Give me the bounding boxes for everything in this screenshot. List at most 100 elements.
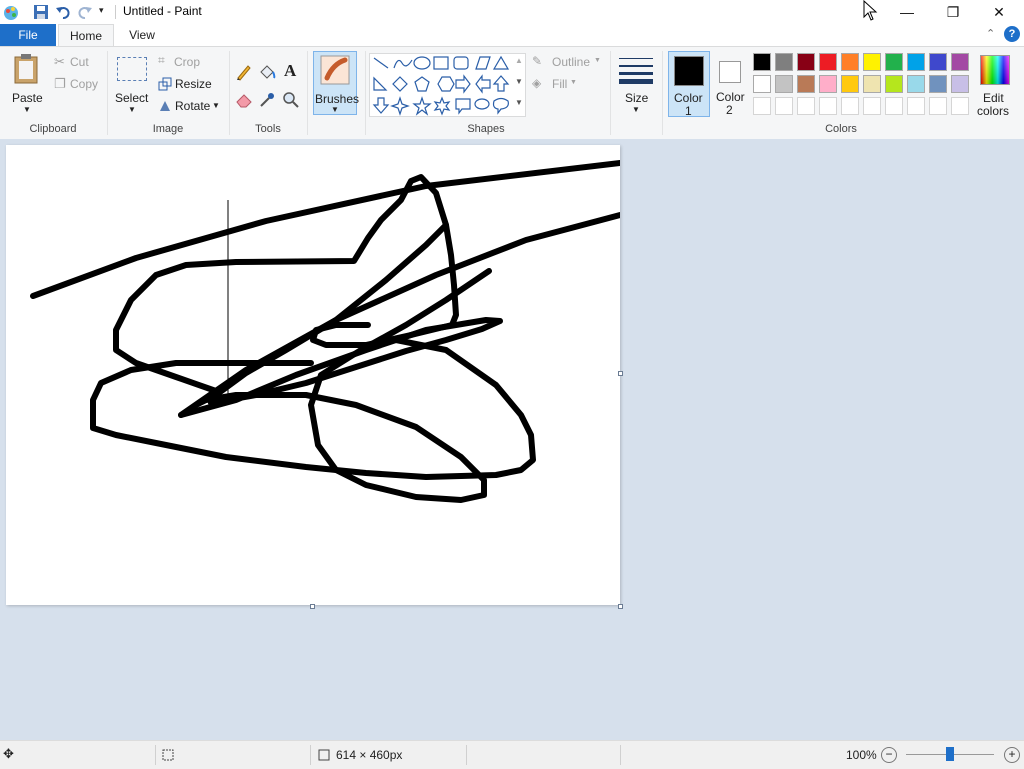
palette-color-swatch[interactable]	[951, 53, 969, 71]
zoom-out-button[interactable]: −	[881, 747, 897, 763]
palette-color-swatch[interactable]	[841, 53, 859, 71]
custom-color-slot[interactable]	[951, 97, 969, 115]
resize-label: Resize	[175, 77, 212, 91]
palette-color-swatch[interactable]	[753, 75, 771, 93]
polygon-shape-icon	[475, 56, 491, 70]
palette-color-swatch[interactable]	[907, 53, 925, 71]
palette-color-swatch[interactable]	[819, 75, 837, 93]
shapes-expand-icon[interactable]: ▼	[515, 98, 523, 107]
color-picker-icon[interactable]	[258, 91, 276, 109]
redo-icon[interactable]	[77, 4, 93, 20]
copy-button[interactable]: ❐ Copy	[52, 75, 104, 93]
color-palette	[753, 53, 973, 119]
rotate-button[interactable]: Rotate ▼	[156, 97, 226, 115]
custom-color-slot[interactable]	[841, 97, 859, 115]
palette-color-swatch[interactable]	[819, 53, 837, 71]
group-separator	[610, 51, 611, 135]
palette-color-swatch[interactable]	[907, 75, 925, 93]
zoom-in-button[interactable]: +	[1004, 747, 1020, 763]
ribbon: Paste ▼ ✂ Cut ❐ Copy Clipboard Select ▼ …	[0, 46, 1024, 140]
shapes-scroll-down-icon[interactable]: ▼	[515, 77, 523, 86]
cut-button[interactable]: ✂ Cut	[52, 53, 104, 71]
fill-dropdown-icon: ▼	[570, 79, 577, 86]
palette-color-swatch[interactable]	[775, 53, 793, 71]
color1-label: Color	[674, 91, 703, 105]
shapes-scroll-up-icon[interactable]: ▲	[515, 56, 523, 65]
custom-color-slot[interactable]	[885, 97, 903, 115]
size-label: Size	[625, 91, 649, 105]
down-arrow-shape-icon	[372, 97, 390, 114]
tab-view[interactable]: View	[120, 24, 164, 46]
eraser-icon[interactable]	[235, 91, 253, 109]
selection-size-icon	[162, 749, 174, 761]
palette-color-swatch[interactable]	[929, 53, 947, 71]
curve-shape-icon	[393, 59, 413, 69]
canvas-workspace	[0, 139, 1024, 740]
customize-quick-access-icon[interactable]: ▾	[99, 5, 104, 16]
palette-color-swatch[interactable]	[863, 53, 881, 71]
drawing-canvas[interactable]	[6, 145, 623, 605]
zoom-slider-thumb[interactable]	[946, 747, 954, 761]
palette-color-swatch[interactable]	[863, 75, 881, 93]
resize-button[interactable]: Resize	[156, 75, 226, 93]
palette-color-swatch[interactable]	[797, 53, 815, 71]
crop-button[interactable]: ⌗ Crop	[156, 53, 226, 71]
rotate-label: Rotate	[175, 99, 211, 113]
custom-color-slot[interactable]	[753, 97, 771, 115]
tab-file[interactable]: File	[0, 24, 56, 46]
palette-color-swatch[interactable]	[885, 53, 903, 71]
custom-color-slot[interactable]	[775, 97, 793, 115]
image-group-label: Image	[152, 123, 184, 135]
color2-button[interactable]: Color 2	[712, 51, 750, 117]
resize-handle-bottom[interactable]	[310, 604, 315, 609]
resize-icon	[158, 77, 172, 91]
color1-number: 1	[685, 104, 692, 118]
cursor-position-icon: ✥	[3, 746, 14, 761]
edit-colors-button[interactable]: Edit colors	[975, 51, 1015, 118]
custom-color-slot[interactable]	[929, 97, 947, 115]
undo-icon[interactable]	[55, 4, 71, 20]
pencil-icon[interactable]	[235, 63, 253, 81]
magnifier-icon[interactable]	[282, 91, 300, 109]
palette-color-swatch[interactable]	[753, 53, 771, 71]
outline-button[interactable]: ✎ Outline ▼	[530, 53, 606, 71]
palette-color-swatch[interactable]	[929, 75, 947, 93]
fill-button[interactable]: ◈ Fill ▼	[530, 75, 606, 93]
palette-color-swatch[interactable]	[775, 75, 793, 93]
group-separator	[662, 51, 663, 135]
palette-color-swatch[interactable]	[841, 75, 859, 93]
fill-bucket-icon[interactable]	[258, 63, 276, 81]
hexagon-shape-icon	[437, 76, 455, 92]
outline-label: Outline	[552, 55, 591, 69]
palette-color-swatch[interactable]	[951, 75, 969, 93]
save-icon[interactable]	[33, 4, 49, 20]
outline-dropdown-icon: ▼	[594, 57, 601, 64]
brushes-button[interactable]: Brushes ▼	[313, 51, 359, 115]
paint-app-icon[interactable]	[2, 3, 20, 21]
text-tool-icon[interactable]: A	[284, 61, 296, 81]
custom-color-slot[interactable]	[863, 97, 881, 115]
resize-handle-corner[interactable]	[618, 604, 623, 609]
paste-button[interactable]: Paste ▼	[6, 51, 48, 117]
custom-color-slot[interactable]	[907, 97, 925, 115]
maximize-button[interactable]: ❐	[930, 0, 976, 24]
palette-color-swatch[interactable]	[885, 75, 903, 93]
custom-color-slot[interactable]	[797, 97, 815, 115]
select-button[interactable]: Select ▼	[112, 51, 152, 117]
collapse-ribbon-icon[interactable]: ⌃	[986, 27, 995, 40]
help-icon[interactable]: ?	[1004, 26, 1020, 42]
palette-color-swatch[interactable]	[797, 75, 815, 93]
size-button[interactable]: Size ▼	[616, 51, 656, 115]
brush-icon	[320, 55, 350, 85]
tab-home[interactable]: Home	[58, 24, 114, 47]
left-arrow-shape-icon	[475, 74, 491, 94]
color1-button[interactable]: Color 1	[668, 51, 710, 118]
fill-icon: ◈	[532, 76, 542, 90]
minimize-button[interactable]: —	[884, 0, 930, 24]
custom-color-slot[interactable]	[819, 97, 837, 115]
close-button[interactable]: ✕	[976, 0, 1022, 24]
drawn-stroke	[30, 160, 623, 299]
clipboard-group-label: Clipboard	[29, 123, 77, 135]
paste-icon	[14, 54, 38, 84]
resize-handle-right[interactable]	[618, 371, 623, 376]
